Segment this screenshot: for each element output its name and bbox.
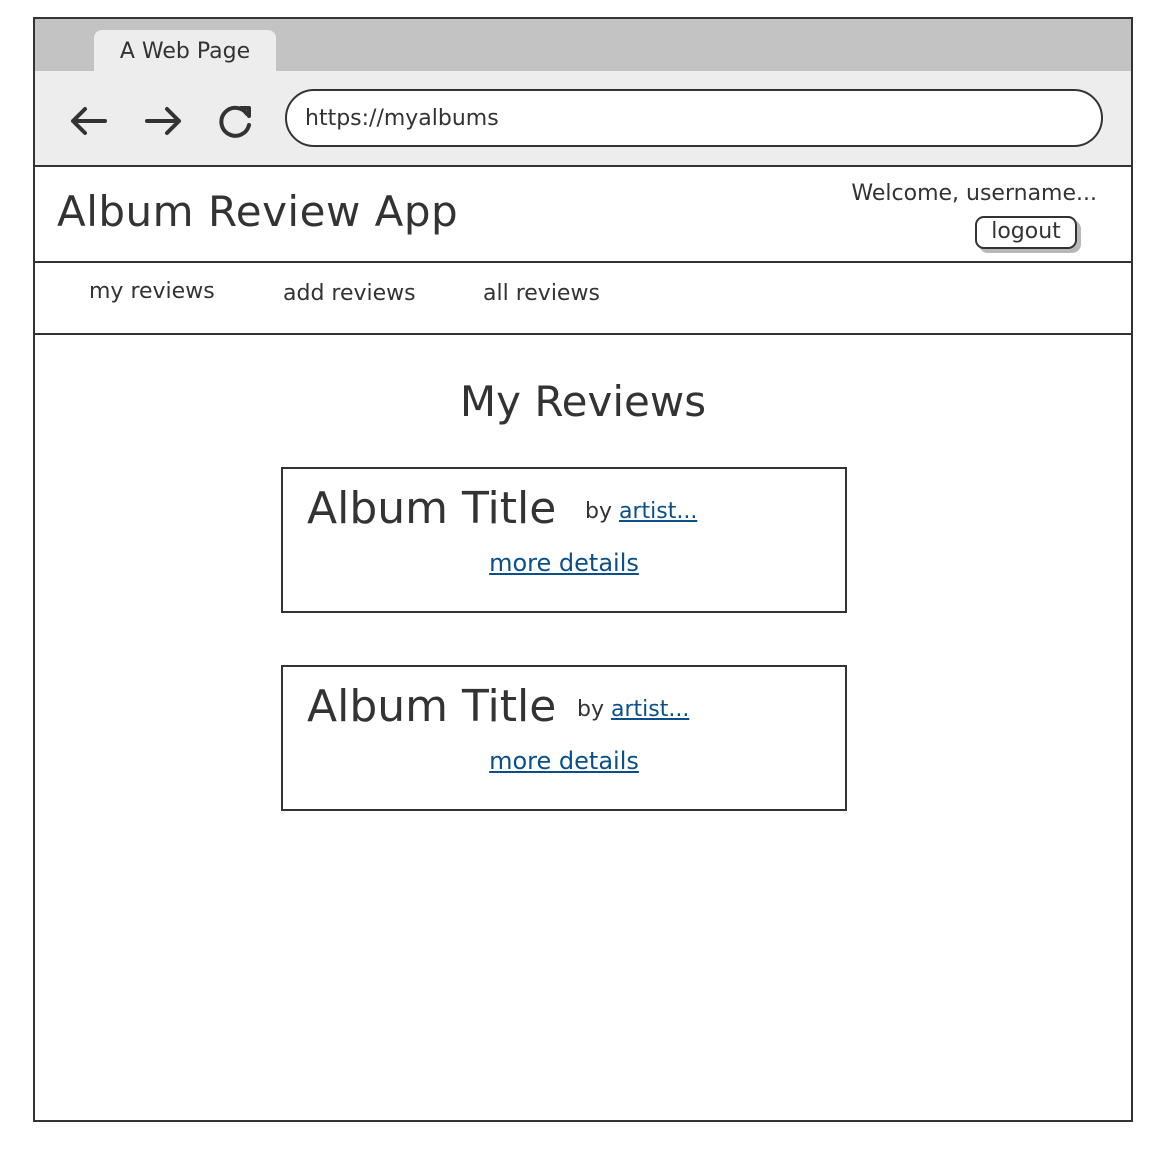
welcome-message: Welcome, username... <box>851 181 1097 206</box>
reload-icon[interactable] <box>211 97 259 145</box>
page-title: My Reviews <box>459 377 707 426</box>
by-label: by <box>577 697 604 722</box>
artist-link[interactable]: artist... <box>619 499 697 524</box>
browser-tab[interactable]: A Web Page <box>94 30 276 71</box>
artist-line: by artist... <box>585 499 697 524</box>
browser-window: A Web Page https://myalbums Album Review… <box>33 17 1133 1122</box>
tab-strip: A Web Page <box>35 19 1131 71</box>
artist-link[interactable]: artist... <box>611 697 689 722</box>
more-details-link[interactable]: more details <box>489 747 639 775</box>
nav-my-reviews[interactable]: my reviews <box>89 279 215 304</box>
forward-arrow-icon[interactable] <box>139 97 187 145</box>
more-details-link[interactable]: more details <box>489 549 639 577</box>
nav-add-reviews[interactable]: add reviews <box>283 281 416 306</box>
details-row: more details <box>283 747 845 775</box>
by-label: by <box>585 499 612 524</box>
review-card: Album Title by artist... more details <box>281 665 847 811</box>
app-header: Album Review App Welcome, username... lo… <box>35 167 1131 263</box>
app-title: Album Review App <box>57 187 459 236</box>
artist-line: by artist... <box>577 697 689 722</box>
nav-all-reviews[interactable]: all reviews <box>483 281 600 306</box>
main-nav: my reviews add reviews all reviews <box>35 263 1131 335</box>
browser-toolbar: https://myalbums <box>35 71 1131 167</box>
logout-button[interactable]: logout <box>975 216 1077 249</box>
back-arrow-icon[interactable] <box>65 97 113 145</box>
review-card: Album Title by artist... more details <box>281 467 847 613</box>
album-title: Album Title <box>307 483 557 534</box>
address-bar[interactable]: https://myalbums <box>285 89 1103 147</box>
details-row: more details <box>283 549 845 577</box>
album-title: Album Title <box>307 681 557 732</box>
